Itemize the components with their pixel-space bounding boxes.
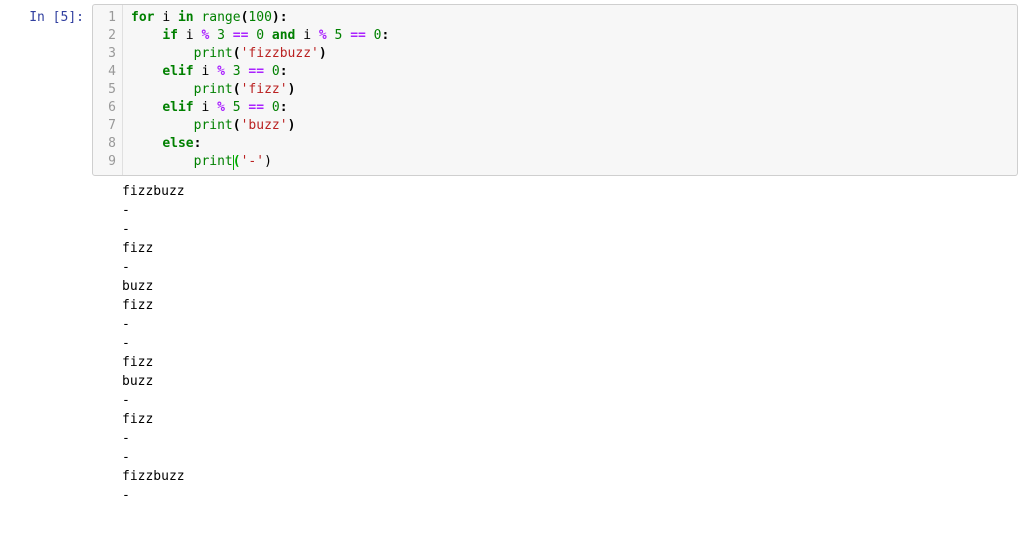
code-line[interactable]: print('fizz')	[131, 81, 1009, 99]
output-cell: fizzbuzz - - fizz - buzz fizz - - fizz b…	[0, 176, 1024, 505]
code-line[interactable]: elif i % 3 == 0:	[131, 63, 1009, 81]
output-prompt-spacer	[6, 176, 92, 505]
line-number: 8	[93, 135, 116, 153]
code-line[interactable]: print('fizzbuzz')	[131, 45, 1009, 63]
line-number: 6	[93, 99, 116, 117]
code-line[interactable]: print('buzz')	[131, 117, 1009, 135]
line-number: 1	[93, 9, 116, 27]
line-number: 2	[93, 27, 116, 45]
code-line[interactable]: for i in range(100):	[131, 9, 1009, 27]
line-number: 9	[93, 153, 116, 171]
code-body[interactable]: for i in range(100): if i % 3 == 0 and i…	[123, 5, 1017, 175]
code-editor[interactable]: 123456789 for i in range(100): if i % 3 …	[92, 4, 1018, 176]
stdout-output: fizzbuzz - - fizz - buzz fizz - - fizz b…	[92, 176, 1018, 505]
line-number: 3	[93, 45, 116, 63]
input-prompt: In [5]:	[6, 4, 92, 25]
code-line[interactable]: elif i % 5 == 0:	[131, 99, 1009, 117]
code-line[interactable]: if i % 3 == 0 and i % 5 == 0:	[131, 27, 1009, 45]
code-line[interactable]: else:	[131, 135, 1009, 153]
input-cell: In [5]: 123456789 for i in range(100): i…	[0, 0, 1024, 176]
line-number-gutter: 123456789	[93, 5, 123, 175]
input-prompt-label: In [5]:	[29, 10, 84, 25]
code-line[interactable]: print('-')	[131, 153, 1009, 171]
line-number: 4	[93, 63, 116, 81]
line-number: 7	[93, 117, 116, 135]
line-number: 5	[93, 81, 116, 99]
